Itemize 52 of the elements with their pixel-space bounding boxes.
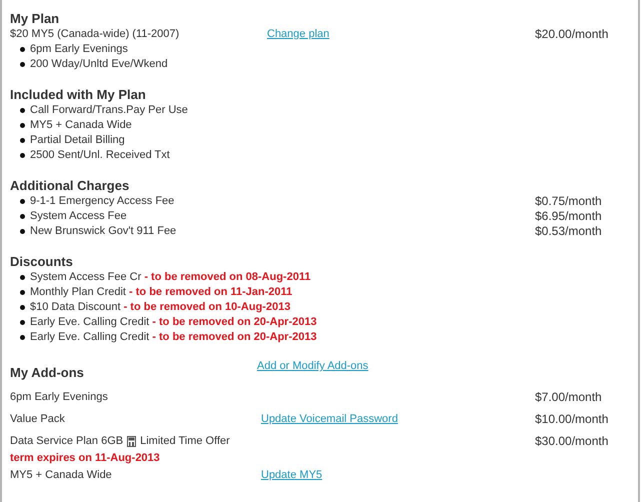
offer-icon <box>127 436 136 447</box>
included-item: 2500 Sent/Unl. Received Txt <box>30 148 170 163</box>
section-heading: My Plan <box>10 10 60 27</box>
bullet-icon <box>20 153 25 158</box>
plan-name: $20 MY5 (Canada-wide) (11-2007) <box>10 27 180 42</box>
term-note: term expires on 11-Aug-2013 <box>10 451 161 466</box>
bullet-icon <box>20 138 25 143</box>
addon-name: 6pm Early Evenings <box>10 390 108 405</box>
price: $7.00/month <box>535 390 602 405</box>
section-heading: Discounts <box>10 253 74 270</box>
bullet-icon <box>20 123 25 128</box>
price: $0.75/month <box>535 194 602 209</box>
discount-item: System Access Fee Cr - to be removed on 08-Aug-2011 <box>30 270 311 285</box>
plan-feature: 200 Wday/Unltd Eve/Wkend <box>30 57 168 72</box>
charge-name: New Brunswick Gov't 911 Fee <box>30 224 176 239</box>
link[interactable]: Change plan <box>267 28 330 40</box>
included-item: Call Forward/Trans.Pay Per Use <box>30 103 188 118</box>
bullet-icon <box>20 320 25 325</box>
offer-label: Limited Time Offer <box>140 434 230 449</box>
price: $10.00/month <box>535 412 608 427</box>
bullet-icon <box>20 47 25 52</box>
plan-feature: 6pm Early Evenings <box>30 42 128 57</box>
included-item: Partial Detail Billing <box>30 133 125 148</box>
bullet-icon <box>20 229 25 234</box>
link[interactable]: Add or Modify Add-ons <box>257 360 368 372</box>
bullet-icon <box>20 290 25 295</box>
section-heading: Included with My Plan <box>10 86 147 103</box>
price: $20.00/month <box>535 27 608 42</box>
addon-name: MY5 + Canada Wide <box>10 468 112 483</box>
bullet-icon <box>20 62 25 67</box>
price: $30.00/month <box>535 434 608 449</box>
link[interactable]: Update Voicemail Password <box>261 413 398 425</box>
price: $6.95/month <box>535 209 602 224</box>
discount-item: Early Eve. Calling Credit - to be removed on 20-Apr-2013 <box>30 315 317 330</box>
bullet-icon <box>20 335 25 340</box>
link[interactable]: Update MY5 <box>261 469 322 481</box>
price: $0.53/month <box>535 224 602 239</box>
bullet-icon <box>20 199 25 204</box>
bullet-icon <box>20 108 25 113</box>
bullet-icon <box>20 275 25 280</box>
discount-item: Early Eve. Calling Credit - to be removed on 20-Apr-2013 <box>30 330 317 345</box>
section-heading: My Add-ons <box>10 364 85 381</box>
addon-name: Data Service Plan 6GB <box>10 434 124 449</box>
included-item: MY5 + Canada Wide <box>30 118 132 133</box>
charge-name: 9-1-1 Emergency Access Fee <box>30 194 174 209</box>
charge-name: System Access Fee <box>30 209 127 224</box>
discount-item: $10 Data Discount - to be removed on 10-Aug-2013 <box>30 300 290 315</box>
section-heading: Additional Charges <box>10 177 130 194</box>
addon-name: Value Pack <box>10 412 65 427</box>
bullet-icon <box>20 214 25 219</box>
discount-item: Monthly Plan Credit - to be removed on 11-Jan-2011 <box>30 285 292 300</box>
bullet-icon <box>20 305 25 310</box>
